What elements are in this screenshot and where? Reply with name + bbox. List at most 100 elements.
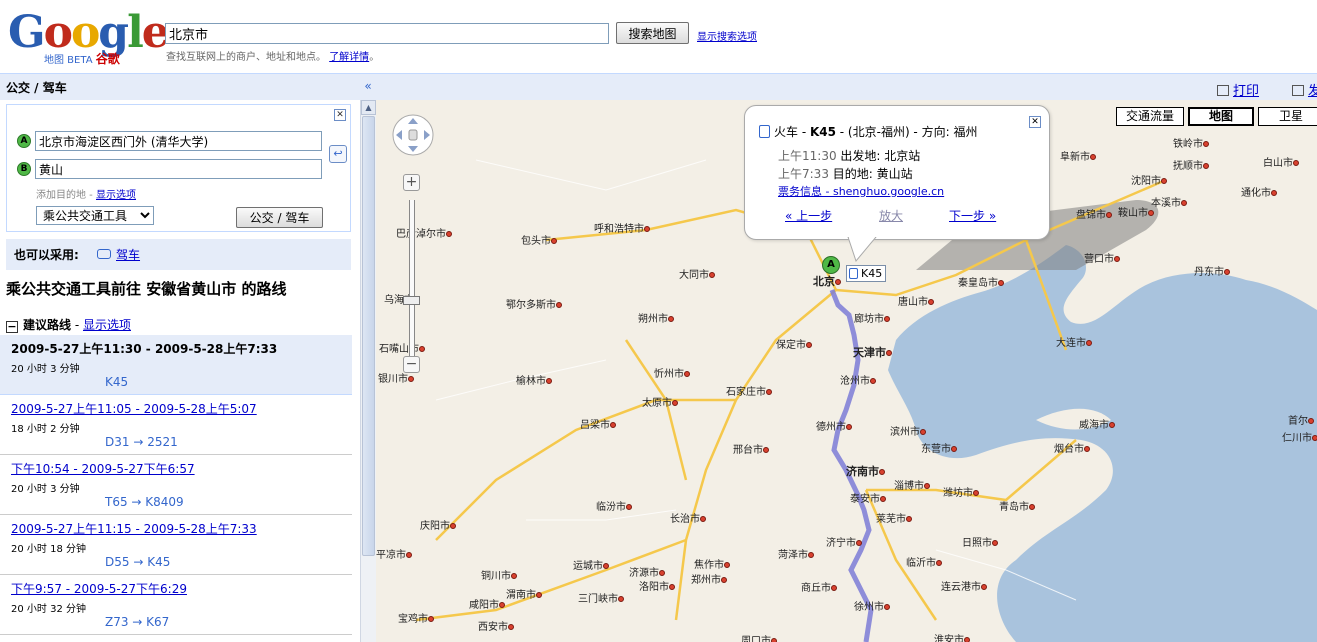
city-label[interactable]: 朔州市 [638,310,676,325]
pan-control[interactable] [390,110,436,160]
route-time[interactable]: 2009-5-27上午11:05 - 2009-5-28上午5:07 [11,400,341,417]
send-link[interactable]: 发 [1291,80,1317,99]
city-label[interactable]: 白山市 [1263,154,1301,169]
city-label[interactable]: 青岛市 [999,498,1037,513]
city-label[interactable]: 三门峡市 [578,590,626,605]
city-label[interactable]: 包头市 [521,232,559,247]
city-label[interactable]: 运城市 [573,557,611,572]
city-label[interactable]: 徐州市 [854,598,892,613]
city-label[interactable]: 天津市 [853,344,894,360]
show-search-options-link[interactable]: 显示搜索选项 [697,28,757,43]
scroll-up-icon[interactable]: ▲ [361,100,376,115]
close-icon[interactable]: ✕ [1029,116,1041,128]
travel-mode-select[interactable]: 乘公共交通工具 [36,206,154,225]
city-label[interactable]: 阜新市 [1060,148,1098,163]
close-icon[interactable]: ✕ [334,109,346,121]
city-label[interactable]: 庆阳市 [420,517,458,532]
city-label[interactable]: 济宁市 [826,534,864,549]
city-label[interactable]: 焦作市 [694,556,732,571]
city-label[interactable]: 北京 [813,273,843,289]
city-label[interactable]: 仁川市 [1282,429,1317,444]
map-canvas[interactable]: 巴彦淖尔市 包头市 呼和浩特市 大同市 北京 唐山市 秦皇岛市 鄂尔多斯市 乌海市 朔州市 廊坊市石… [376,100,1317,642]
city-label[interactable]: 吕梁市 [580,416,618,431]
city-label[interactable]: 东营市 [921,440,959,455]
train-label[interactable]: K45 [846,265,887,282]
city-label[interactable]: 邢台市 [733,441,771,456]
zoom-in-button[interactable]: + [403,174,420,191]
route-item[interactable]: 下午9:57 - 2009-5-27下午6:29 20 小时 32 分钟 Z73 →… [0,575,352,635]
route-item[interactable]: 2009-5-27上午11:30 - 2009-5-28上午7:33 20 小时 … [0,335,352,395]
collapse-panel-icon[interactable]: « [360,73,376,100]
route-time[interactable]: 下午9:57 - 2009-5-27下午6:29 [11,580,341,597]
city-label[interactable]: 抚顺市 [1173,157,1211,172]
zoom-link[interactable]: 放大 [879,207,903,224]
city-label[interactable]: 秦皇岛市 [958,274,1006,289]
route-item[interactable]: 2009-5-27上午11:05 - 2009-5-28上午5:07 18 小时 … [0,395,352,455]
city-label[interactable]: 洛阳市 [639,578,677,593]
city-label[interactable]: 太原市 [642,394,680,409]
google-logo[interactable]: Google 地图 BETA 谷歌 [8,8,170,67]
city-label[interactable]: 忻州市 [654,365,692,380]
city-label[interactable]: 宝鸡市 [398,610,436,625]
scroll-thumb[interactable] [362,116,375,556]
city-label[interactable]: 日照市 [962,534,1000,549]
drive-link[interactable]: 驾车 [116,248,140,262]
zoom-slider[interactable] [409,200,415,360]
city-label[interactable]: 菏泽市 [778,546,816,561]
city-label[interactable]: 平凉市 [376,546,414,561]
city-label[interactable]: 德州市 [816,418,854,433]
city-label[interactable]: 莱芜市 [876,510,914,525]
city-label[interactable]: 济南市 [846,463,887,479]
city-label[interactable]: 淮安市 [934,631,972,642]
city-label[interactable]: 铜川市 [481,567,519,582]
city-label[interactable]: 廊坊市 [854,310,892,325]
learn-more-link[interactable]: 了解详情 [329,52,369,63]
city-label[interactable]: 丹东市 [1194,263,1232,278]
route-time[interactable]: 2009-5-27上午11:15 - 2009-5-28上午7:33 [11,520,341,537]
city-label[interactable]: 连云港市 [941,578,989,593]
city-label[interactable]: 石家庄市 [726,383,774,398]
city-label[interactable]: 首尔 [1288,412,1316,427]
search-input[interactable] [165,23,609,44]
city-label[interactable]: 长治市 [670,510,708,525]
city-label[interactable]: 淄博市 [894,477,932,492]
city-label[interactable]: 本溪市 [1151,194,1189,209]
city-label[interactable]: 盘锦市 [1076,206,1114,221]
city-label[interactable]: 周口市 [741,632,779,642]
city-label[interactable]: 沧州市 [840,372,878,387]
route-time[interactable]: 下午10:54 - 2009-5-27下午6:57 [11,460,341,477]
city-label[interactable]: 通化市 [1241,184,1279,199]
city-label[interactable]: 沈阳市 [1131,172,1169,187]
prev-step-link[interactable]: « 上一步 [785,207,832,224]
search-map-button[interactable]: 搜索地图 [616,22,689,44]
route-item[interactable]: 2009-5-27上午11:15 - 2009-5-28上午7:33 20 小时 … [0,515,352,575]
city-label[interactable]: 泰安市 [850,490,888,505]
city-label[interactable]: 济源市 [629,564,667,579]
start-marker[interactable]: A [822,256,840,274]
zoom-out-button[interactable]: − [403,356,420,373]
ticket-info-link[interactable]: 票务信息 - shenghuo.google.cn [778,185,944,198]
city-label[interactable]: 渭南市 [506,586,544,601]
city-label[interactable]: 咸阳市 [469,596,507,611]
reverse-route-icon[interactable]: ↩ [329,145,347,163]
city-label[interactable]: 唐山市 [898,293,936,308]
city-label[interactable]: 滨州市 [890,423,928,438]
map-type-map[interactable]: 地图 [1188,107,1254,126]
get-directions-button[interactable]: 公交 / 驾车 [236,207,323,228]
city-label[interactable]: 威海市 [1079,416,1117,431]
city-label[interactable]: 大连市 [1056,334,1094,349]
city-label[interactable]: 呼和浩特市 [594,220,652,235]
print-link[interactable]: 打印 [1216,80,1259,99]
city-label[interactable]: 巴彦淖尔市 [396,225,454,240]
city-label[interactable]: 榆林市 [516,372,554,387]
add-dest-options-link[interactable]: 显示选项 [96,190,136,201]
next-step-link[interactable]: 下一步 » [949,207,996,224]
city-label[interactable]: 营口市 [1084,250,1122,265]
map-type-traffic[interactable]: 交通流量 [1116,107,1184,126]
city-label[interactable]: 石嘴山市 [379,340,427,355]
city-label[interactable]: 西安市 [478,618,516,633]
from-input[interactable] [35,131,322,151]
to-input[interactable] [35,159,322,179]
city-label[interactable]: 烟台市 [1054,440,1092,455]
zoom-slider-thumb[interactable] [403,296,420,305]
